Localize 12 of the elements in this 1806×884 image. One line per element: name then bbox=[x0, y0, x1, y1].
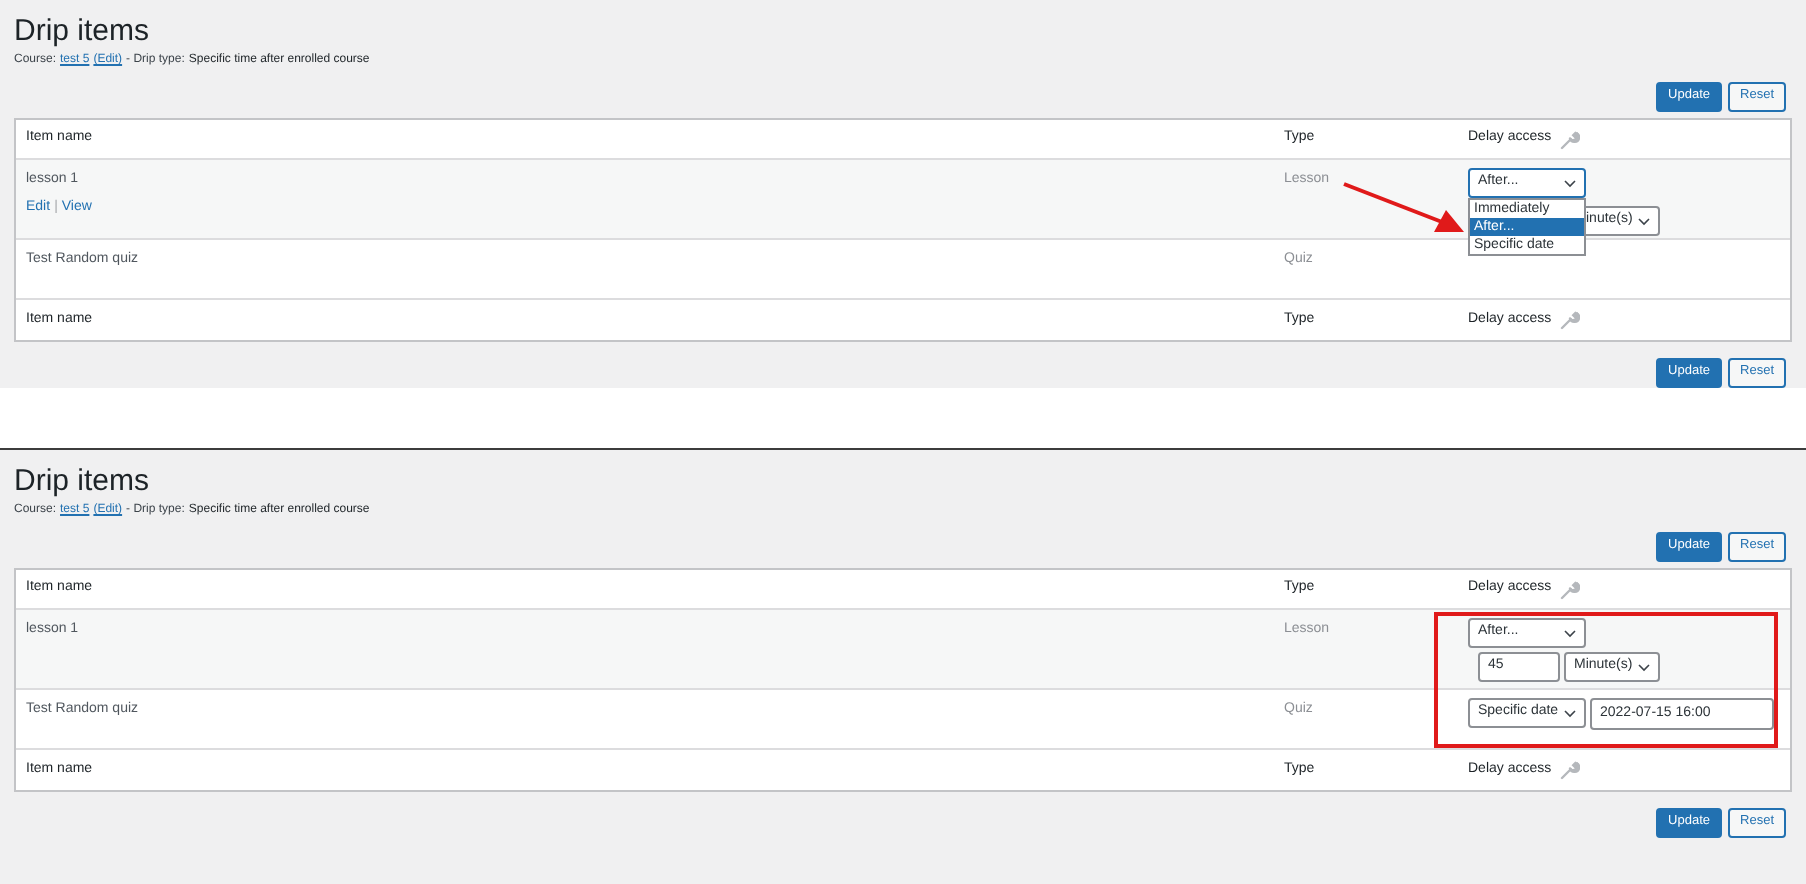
chevron-icon bbox=[1638, 217, 1651, 225]
wrench-icon bbox=[1559, 579, 1580, 599]
pointer-arrow bbox=[1342, 180, 1466, 236]
chevron-icon bbox=[1564, 629, 1576, 637]
wrench-icon bbox=[1559, 760, 1580, 780]
wrench-icon bbox=[1559, 310, 1580, 330]
wrench-icon bbox=[1559, 129, 1580, 149]
chevron-icon bbox=[1564, 709, 1576, 717]
page-title: Drip items bbox=[14, 14, 150, 50]
chevron-icon bbox=[1564, 179, 1576, 187]
chevron-icon bbox=[1638, 663, 1650, 671]
page-title: Drip items bbox=[14, 464, 150, 500]
